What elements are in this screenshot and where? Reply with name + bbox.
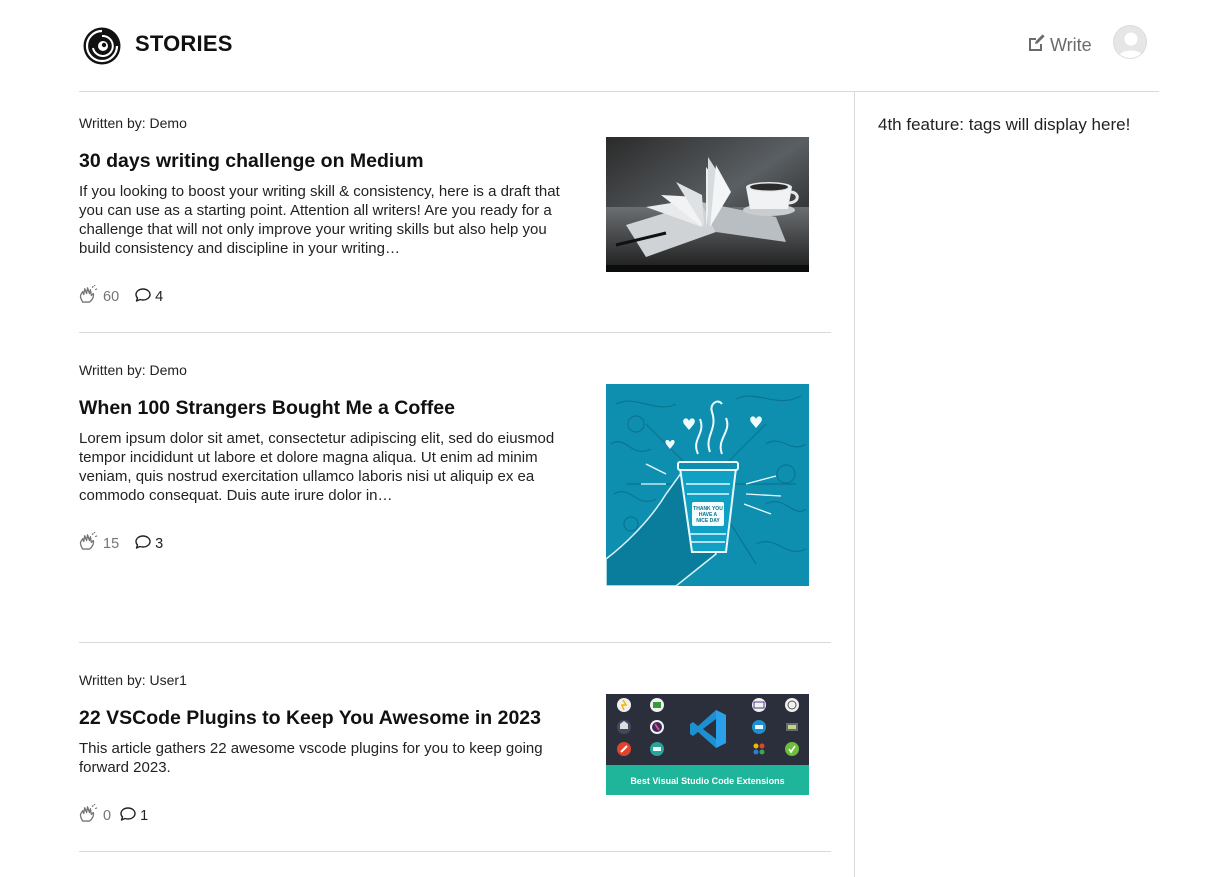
spiral-logo-icon[interactable] [82, 26, 122, 66]
comment-count: 4 [155, 288, 164, 305]
brand-title[interactable]: STORIES [135, 31, 233, 57]
pencil-square-icon [1026, 33, 1046, 58]
write-label: Write [1050, 35, 1092, 55]
sidebar-tags-placeholder: 4th feature: tags will display here! [878, 115, 1131, 134]
comments-button[interactable]: 3 [135, 534, 163, 554]
clap-button[interactable]: 60 [79, 284, 120, 308]
write-button[interactable]: Write [1026, 33, 1092, 58]
clap-count: 0 [103, 807, 112, 824]
clap-hands-icon [79, 284, 98, 308]
post-author[interactable]: Written by: Demo [79, 362, 187, 378]
banner-caption: Best Visual Studio Code Extensions [630, 776, 784, 786]
comment-count: 1 [140, 807, 149, 824]
post-card: Written by: Demo 30 days writing challen… [79, 92, 831, 333]
sidebar-divider [854, 92, 855, 877]
post-title[interactable]: 22 VSCode Plugins to Keep You Awesome in… [79, 707, 541, 730]
speech-bubble-icon [135, 534, 151, 554]
post-excerpt: Lorem ipsum dolor sit amet, consectetur … [79, 430, 555, 504]
speech-bubble-icon [120, 806, 136, 826]
clap-hands-icon [79, 803, 98, 827]
post-title[interactable]: 30 days writing challenge on Medium [79, 150, 424, 173]
post-divider [79, 851, 831, 852]
post-excerpt: If you looking to boost your writing ski… [79, 183, 560, 257]
comment-count: 3 [155, 535, 164, 552]
hand-holding-coffee-cup-illustration[interactable]: THANK YOU HAVE A NICE DAY [606, 384, 809, 586]
post-stats: 60 4 [79, 284, 163, 308]
user-avatar-icon[interactable] [1113, 25, 1147, 59]
clap-hands-icon [79, 531, 98, 555]
clap-button[interactable]: 15 [79, 531, 120, 555]
post-excerpt: This article gathers 22 awesome vscode p… [79, 740, 543, 776]
vscode-extensions-banner[interactable]: Best Visual Studio Code Extensions [606, 694, 809, 795]
comments-button[interactable]: 4 [135, 287, 163, 307]
clap-count: 60 [103, 288, 120, 305]
speech-bubble-icon [135, 287, 151, 307]
clap-button[interactable]: 0 [79, 803, 112, 827]
post-title[interactable]: When 100 Strangers Bought Me a Coffee [79, 397, 455, 420]
post-stats: 0 1 [79, 803, 148, 827]
post-author[interactable]: Written by: User1 [79, 672, 187, 688]
clap-count: 15 [103, 535, 120, 552]
post-stats: 15 3 [79, 531, 163, 555]
post-card: Written by: User1 22 VSCode Plugins to K… [79, 643, 831, 853]
post-author[interactable]: Written by: Demo [79, 115, 187, 131]
post-card: Written by: Demo When 100 Strangers Boug… [79, 333, 831, 643]
cup-text-line3: NICE DAY [696, 518, 720, 524]
comments-button[interactable]: 1 [120, 806, 148, 826]
top-header: STORIES Write [0, 0, 1228, 92]
open-book-and-coffee-cup-photo[interactable] [606, 137, 809, 272]
